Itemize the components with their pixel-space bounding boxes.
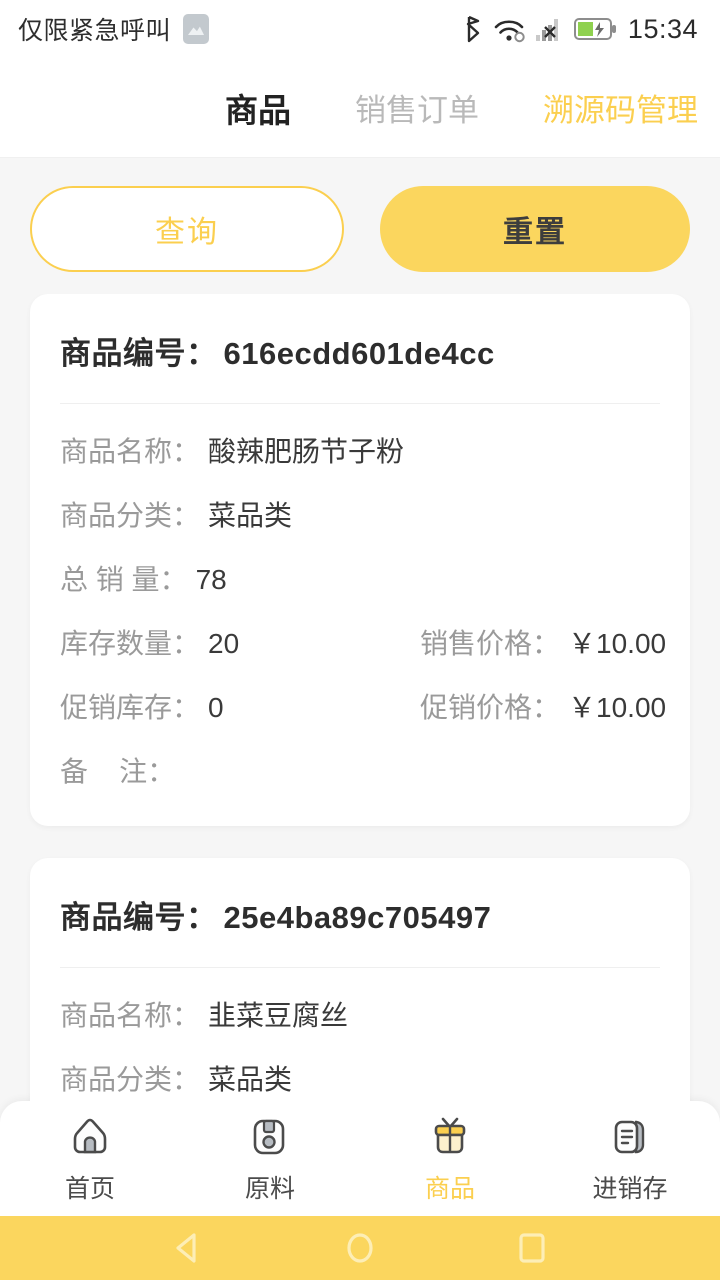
bottom-navigation: 首页 原料 商品 进销存	[0, 1101, 720, 1216]
nav-label: 首页	[64, 1174, 115, 1203]
field-product-name: 商品名称： 酸辣肥肠节子粉	[60, 430, 404, 470]
field-promo-stock: 促销库存： 0	[60, 686, 420, 726]
action-button-row: 查询 重置	[0, 158, 720, 294]
field-label: 销售价格：	[420, 628, 561, 659]
field-label: 促销库存：	[60, 692, 201, 723]
product-id-value: 616ecdd601de4cc	[223, 336, 495, 371]
query-button[interactable]: 查询	[30, 186, 344, 272]
top-tab-bar: 商品 销售订单 溯源码管理	[0, 58, 720, 158]
field-remark: 备 注：	[60, 750, 183, 790]
nav-label: 进销存	[592, 1174, 668, 1203]
field-promo-price: 促销价格： ￥10.00	[420, 686, 666, 726]
nav-item-materials[interactable]: 原料	[180, 1113, 360, 1205]
field-product-category: 商品分类： 菜品类	[60, 1058, 292, 1098]
app-screen: 仅限紧急呼叫 15:34 商品 销售订单 溯源码管理 查询 重置 商品编号： 6…	[0, 0, 720, 1280]
nav-label: 原料	[244, 1174, 295, 1203]
product-id-value: 25e4ba89c705497	[223, 900, 492, 935]
gift-icon	[426, 1113, 474, 1161]
wifi-icon	[492, 14, 526, 44]
field-row-total-sales: 总 销 量： 78	[60, 558, 660, 598]
nav-item-inventory[interactable]: 进销存	[540, 1113, 720, 1205]
tab-traceability-codes[interactable]: 溯源码管理	[543, 85, 698, 130]
back-triangle-icon[interactable]	[167, 1227, 209, 1269]
android-navigation-bar	[0, 1216, 720, 1280]
reset-button[interactable]: 重置	[380, 186, 690, 272]
field-total-sales: 总 销 量： 78	[60, 558, 227, 598]
field-label: 总 销 量：	[60, 564, 188, 595]
product-id-row: 商品编号： 616ecdd601de4cc	[60, 328, 660, 373]
clock-label: 15:34	[627, 13, 698, 44]
material-icon	[246, 1113, 294, 1161]
card-divider	[60, 403, 660, 404]
field-value: ￥10.00	[568, 628, 667, 659]
field-value: ￥10.00	[568, 692, 667, 723]
status-icons	[463, 14, 618, 44]
product-list[interactable]: 商品编号： 616ecdd601de4cc 商品名称： 酸辣肥肠节子粉 商品分类：…	[0, 294, 720, 1101]
product-id-row: 商品编号： 25e4ba89c705497	[60, 892, 660, 937]
field-label: 商品名称：	[60, 1000, 201, 1031]
product-id-label: 商品编号：	[60, 900, 218, 935]
field-label: 商品名称：	[60, 436, 201, 467]
nav-item-home[interactable]: 首页	[0, 1113, 180, 1205]
field-value: 韭菜豆腐丝	[208, 1000, 349, 1031]
nav-item-products[interactable]: 商品	[360, 1113, 540, 1205]
product-card[interactable]: 商品编号： 25e4ba89c705497 商品名称： 韭菜豆腐丝 商品分类： 菜…	[30, 858, 690, 1101]
tab-sales-orders[interactable]: 销售订单	[355, 85, 479, 130]
field-sale-price: 销售价格： ￥10.00	[420, 622, 666, 662]
product-card[interactable]: 商品编号： 616ecdd601de4cc 商品名称： 酸辣肥肠节子粉 商品分类：…	[30, 294, 690, 826]
field-label: 促销价格：	[420, 692, 561, 723]
field-value: 菜品类	[208, 1064, 293, 1095]
field-row-remark: 备 注：	[60, 750, 660, 790]
home-icon	[66, 1113, 114, 1161]
field-label: 备 注：	[60, 756, 176, 787]
nav-label: 商品	[424, 1174, 475, 1203]
field-value: 20	[208, 628, 240, 659]
battery-charging-icon	[573, 16, 618, 42]
tab-products[interactable]: 商品	[225, 84, 291, 132]
field-row-name: 商品名称： 酸辣肥肠节子粉	[60, 430, 660, 470]
bluetooth-icon	[463, 14, 483, 44]
status-bar: 仅限紧急呼叫 15:34	[0, 0, 720, 58]
field-row-name: 商品名称： 韭菜豆腐丝	[60, 994, 660, 1034]
field-row-promo-stock-price: 促销库存： 0 促销价格： ￥10.00	[60, 686, 666, 726]
field-label: 商品分类：	[60, 1064, 201, 1095]
signal-no-service-icon	[535, 14, 565, 44]
field-row-category: 商品分类： 菜品类	[60, 494, 660, 534]
field-value: 78	[195, 564, 227, 595]
field-row-category: 商品分类： 菜品类	[60, 1058, 660, 1098]
recents-square-icon[interactable]	[511, 1227, 553, 1269]
field-product-category: 商品分类： 菜品类	[60, 494, 292, 534]
product-id-label: 商品编号：	[60, 336, 218, 371]
field-label: 库存数量：	[60, 628, 201, 659]
field-value: 0	[208, 692, 224, 723]
document-icon	[606, 1113, 654, 1161]
carrier-label: 仅限紧急呼叫	[18, 17, 172, 45]
home-circle-icon[interactable]	[339, 1227, 381, 1269]
field-stock-quantity: 库存数量： 20	[60, 622, 420, 662]
field-value: 菜品类	[208, 500, 293, 531]
card-divider	[60, 967, 660, 968]
field-row-stock-price: 库存数量： 20 销售价格： ￥10.00	[60, 622, 666, 662]
field-product-name: 商品名称： 韭菜豆腐丝	[60, 994, 348, 1034]
field-value: 酸辣肥肠节子粉	[208, 436, 405, 467]
image-icon	[183, 14, 210, 44]
field-label: 商品分类：	[60, 500, 201, 531]
